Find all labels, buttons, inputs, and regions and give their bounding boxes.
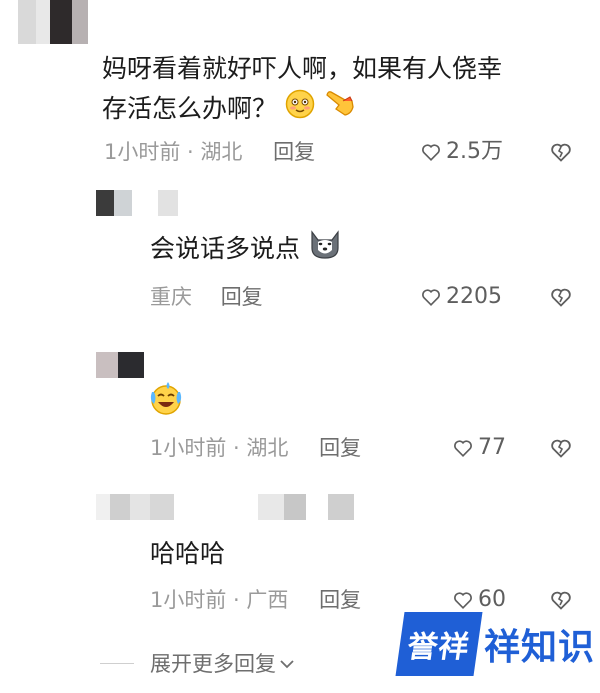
comment-meta: 1小时前 · 广西 回复 [150, 588, 362, 612]
comment-meta: 重庆 回复 [150, 285, 263, 309]
heart-icon [454, 440, 472, 457]
reply-button[interactable]: 回复 [273, 140, 315, 164]
comment-text-line2: 存活怎么办啊？ [102, 88, 357, 131]
like-count: 77 [478, 435, 506, 460]
comment-text: 妈呀看着就好吓人啊，如果有人侥幸 [102, 54, 503, 83]
avatar[interactable] [96, 352, 144, 378]
like-button[interactable]: 77 [452, 436, 506, 460]
reply-button[interactable]: 回复 [319, 588, 361, 612]
comment-meta: 1小时前 · 湖北 回复 [150, 436, 362, 460]
like-button[interactable]: 60 [452, 588, 506, 612]
dislike-button[interactable] [549, 285, 573, 309]
broken-heart-icon [551, 591, 571, 610]
reply-button[interactable]: 回复 [319, 436, 361, 460]
dislike-button[interactable] [549, 436, 573, 460]
like-button[interactable]: 2205 [420, 285, 502, 309]
watermark-logo: 誉祥 [395, 612, 483, 676]
like-count: 60 [478, 587, 506, 612]
dislike-button[interactable] [549, 588, 573, 612]
comment-text [148, 380, 184, 428]
heart-icon [454, 592, 472, 609]
watermark: 誉祥 祥知识 [395, 612, 596, 676]
husky-dog-emoji [308, 228, 342, 272]
reply-button[interactable]: 回复 [221, 285, 263, 309]
dislike-button[interactable] [549, 140, 573, 164]
heart-icon [422, 144, 440, 161]
chevron-down-icon [280, 654, 294, 673]
like-count: 2205 [446, 284, 502, 309]
avatar[interactable] [96, 494, 354, 520]
pointing-hand-emoji [323, 89, 357, 131]
comment-meta: 1小时前 · 湖北 回复 [104, 140, 316, 164]
avatar[interactable] [96, 190, 218, 216]
laughing-crying-emoji [148, 380, 184, 428]
watermark-text: 祥知识 [483, 626, 596, 669]
blushing-emoji [285, 89, 315, 131]
expand-replies-label: 展开更多回复 [150, 652, 276, 676]
like-count: 2.5万 [446, 139, 503, 164]
avatar[interactable] [18, 0, 88, 44]
broken-heart-icon [551, 143, 571, 162]
expand-replies-button[interactable]: 展开更多回复 [100, 648, 294, 678]
comment-text: 哈哈哈 [150, 539, 226, 568]
like-button[interactable]: 2.5万 [420, 140, 503, 164]
broken-heart-icon [551, 288, 571, 307]
broken-heart-icon [551, 439, 571, 458]
heart-icon [422, 289, 440, 306]
divider-line [100, 662, 134, 664]
comment-text: 会说话多说点 [150, 228, 342, 272]
